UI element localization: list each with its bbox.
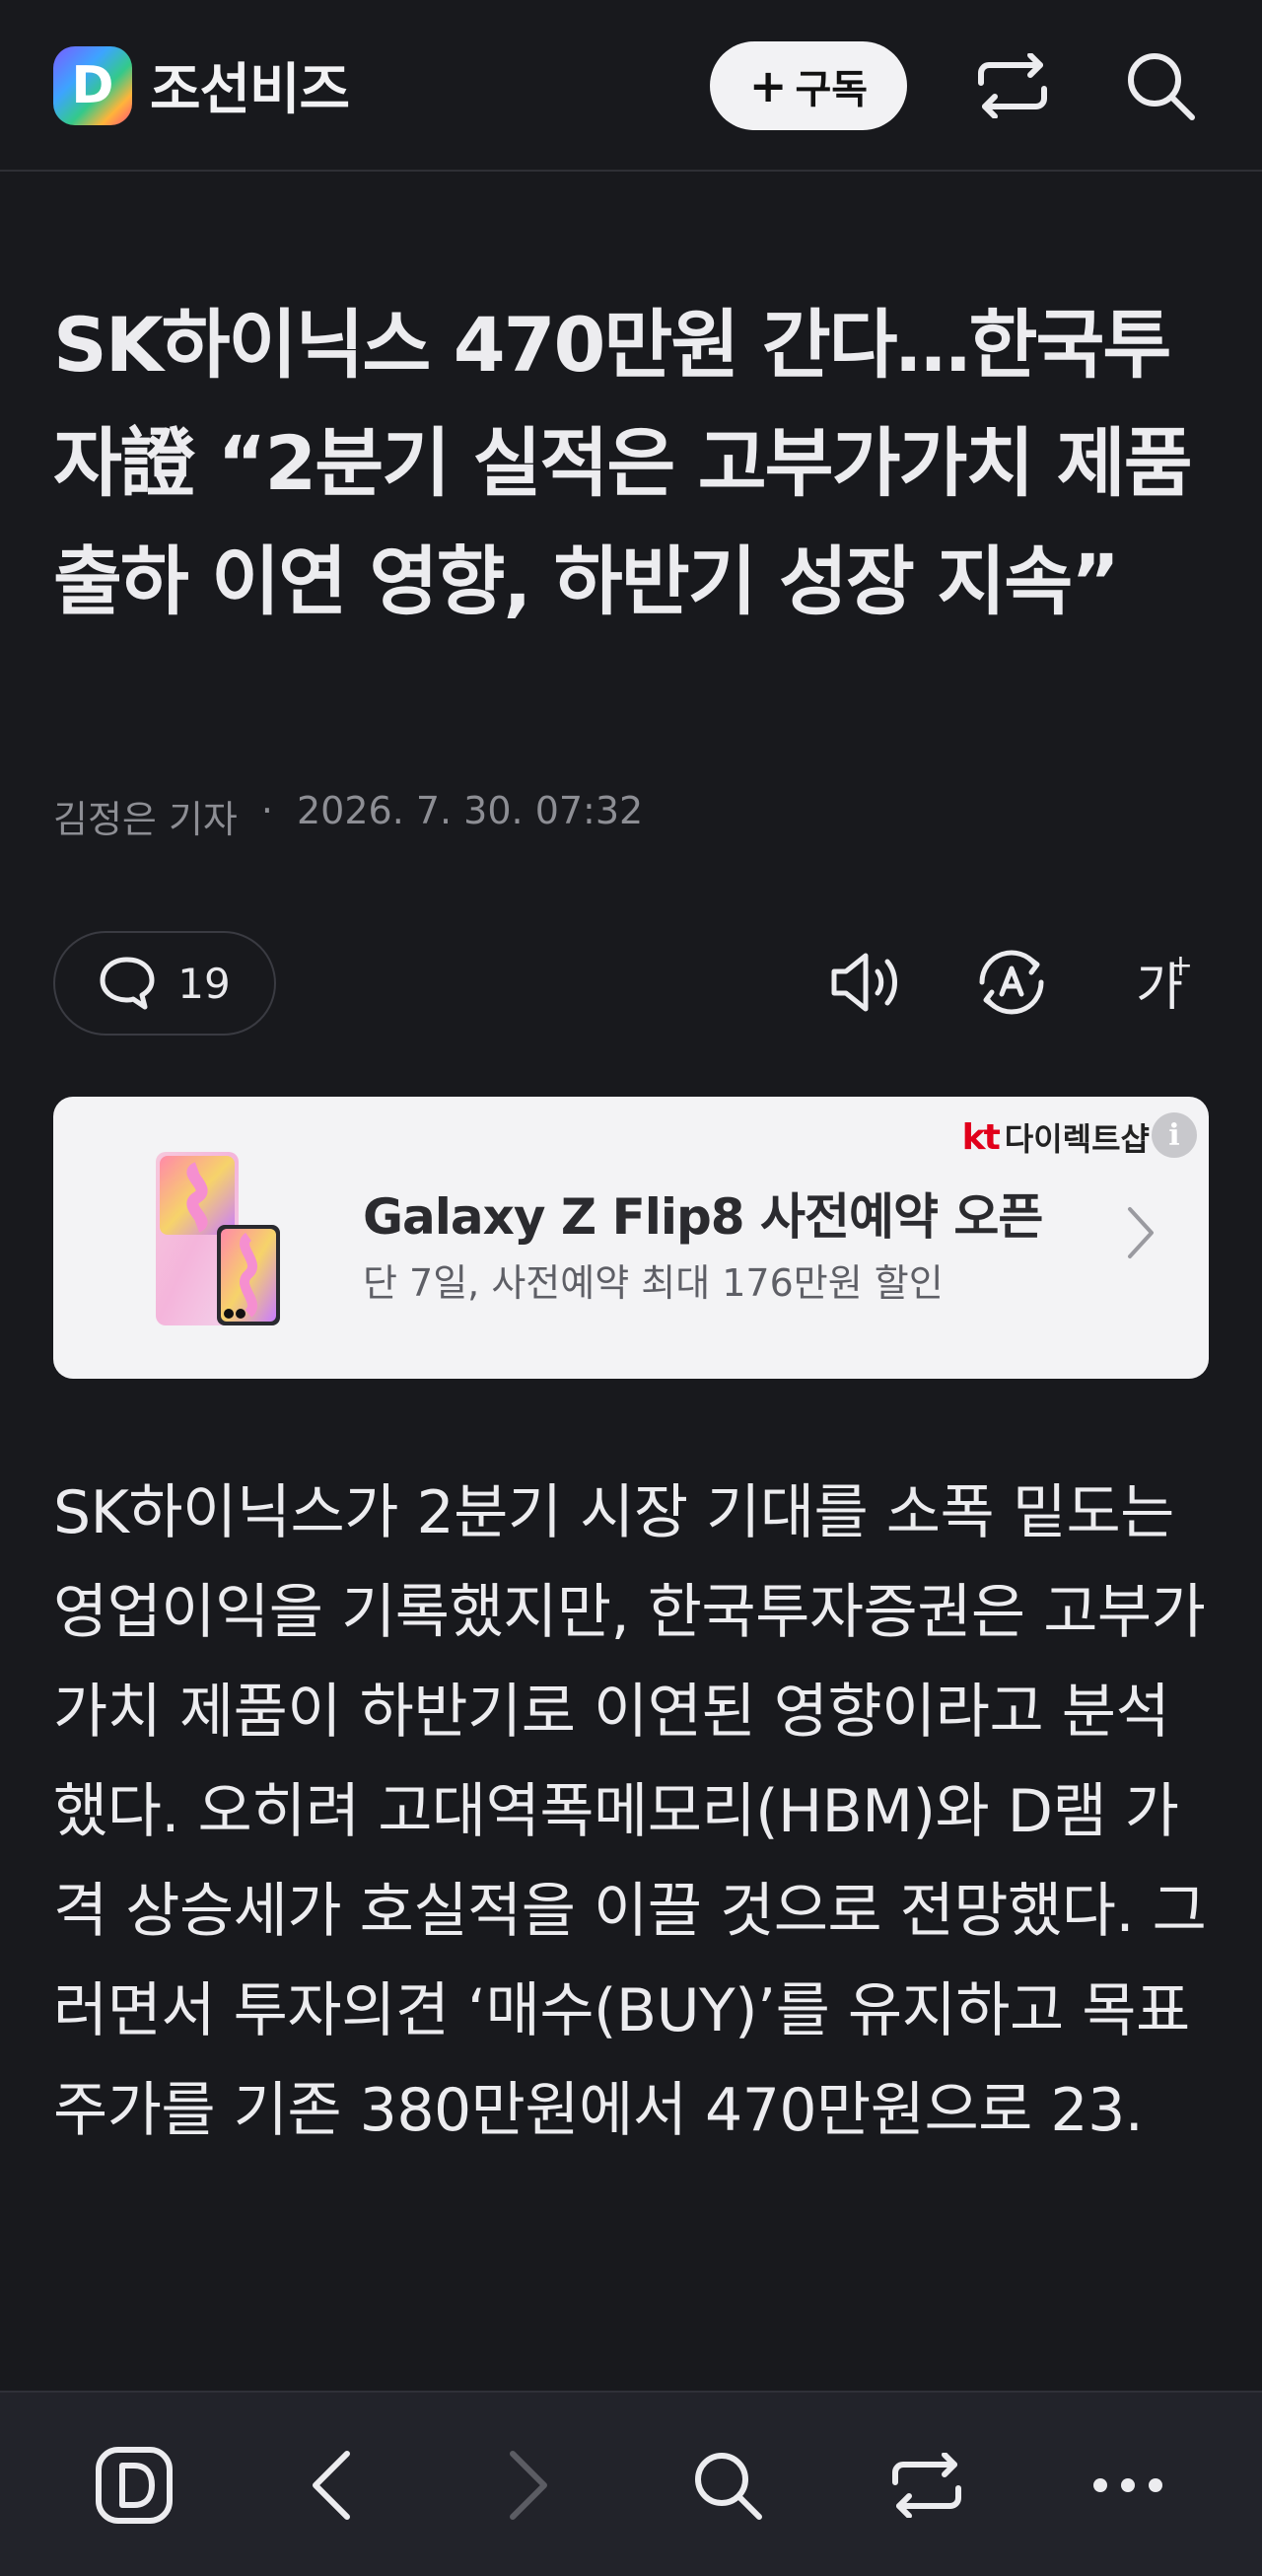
ad-banner[interactable]: kt 다이렉트샵 i Galaxy Z Flip8 사전예약 오픈 단 7일, …	[53, 1097, 1209, 1379]
byline-separator: ·	[260, 789, 273, 832]
search-icon[interactable]	[678, 2436, 777, 2535]
plus-icon: +	[1167, 949, 1193, 983]
subscribe-label: 구독	[795, 67, 869, 112]
auto-translate-icon[interactable]	[964, 935, 1059, 1030]
ad-brand: kt 다이렉트샵	[962, 1114, 1150, 1160]
chevron-right-icon	[1128, 1207, 1154, 1258]
search-icon[interactable]	[1118, 43, 1203, 128]
phone-image	[156, 1152, 280, 1325]
kt-logo: kt	[961, 1116, 1001, 1158]
more-icon[interactable]	[1079, 2436, 1177, 2535]
back-icon[interactable]	[282, 2436, 381, 2535]
ad-info-icon[interactable]: i	[1152, 1112, 1197, 1158]
logo-text: 조선비즈	[150, 58, 350, 122]
comment-bubble-icon	[100, 957, 155, 1010]
ad-subtitle: 단 7일, 사전예약 최대 176만원 할인	[363, 1261, 944, 1305]
logo-letter: D	[71, 55, 114, 115]
plus-icon: +	[748, 59, 788, 112]
comment-count: 19	[177, 959, 231, 1008]
ad-brand-name: 다이렉트샵	[1004, 1120, 1150, 1158]
bottom-navigation	[0, 2391, 1262, 2576]
font-size-icon[interactable]: 가 +	[1112, 935, 1207, 1030]
forward-icon[interactable]	[479, 2436, 578, 2535]
home-d-icon[interactable]	[85, 2436, 183, 2535]
share-icon[interactable]	[877, 2436, 976, 2535]
ad-title: Galaxy Z Flip8 사전예약 오픈	[363, 1188, 1043, 1246]
byline: 김정은 기자 · 2026. 7. 30. 07:32	[53, 789, 643, 843]
share-icon[interactable]	[970, 43, 1055, 128]
subscribe-button[interactable]: + 구독	[710, 41, 907, 130]
author-name[interactable]: 김정은 기자	[53, 789, 238, 843]
speaker-icon[interactable]	[820, 935, 915, 1030]
logo-mark-icon: D	[53, 45, 132, 125]
publish-datetime: 2026. 7. 30. 07:32	[296, 789, 644, 832]
comments-button[interactable]: 19	[53, 931, 276, 1036]
site-logo[interactable]: D 조선비즈	[53, 45, 350, 125]
article-body: SK하이닉스가 2분기 시장 기대를 소폭 밑도는 영업이익을 기록했지만, 한…	[53, 1478, 1207, 2145]
top-header: D 조선비즈 + 구독	[0, 0, 1262, 172]
article-headline: SK하이닉스 470만원 간다…한국투자證 “2분기 실적은 고부가가치 제품 …	[53, 301, 1193, 625]
